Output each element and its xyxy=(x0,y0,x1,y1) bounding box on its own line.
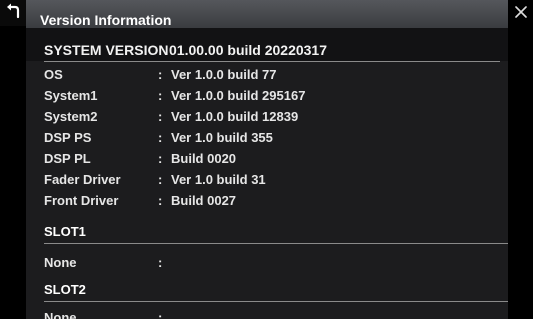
detail-row-front-driver: Front Driver : Build 0027 xyxy=(26,191,508,210)
detail-value: Ver 1.0 build 355 xyxy=(171,130,273,145)
detail-row-os: OS : Ver 1.0.0 build 77 xyxy=(26,65,508,84)
slot1-header: SLOT1 xyxy=(44,224,86,239)
version-information-window: Version Information SYSTEM VERSION 01.00… xyxy=(0,0,533,319)
detail-row-dsp-pl: DSP PL : Build 0020 xyxy=(26,149,508,168)
detail-separator: : xyxy=(158,67,163,82)
detail-separator: : xyxy=(158,193,163,208)
detail-row-system2: System2 : Ver 1.0.0 build 12839 xyxy=(26,107,508,126)
divider xyxy=(44,301,508,302)
back-arrow-icon xyxy=(4,2,22,25)
close-button[interactable] xyxy=(508,0,533,28)
slot-separator: : xyxy=(158,255,163,270)
detail-row-fader-driver: Fader Driver : Ver 1.0 build 31 xyxy=(26,170,508,189)
detail-separator: : xyxy=(158,172,163,187)
detail-value: Build 0020 xyxy=(171,151,237,166)
detail-label: Fader Driver xyxy=(44,172,121,187)
detail-separator: : xyxy=(158,88,163,103)
detail-separator: : xyxy=(158,109,163,124)
detail-row-dsp-ps: DSP PS : Ver 1.0 build 355 xyxy=(26,128,508,147)
slot2-header: SLOT2 xyxy=(44,282,86,297)
detail-value: Ver 1.0 build 31 xyxy=(171,172,266,187)
detail-label: System1 xyxy=(44,88,98,103)
close-icon xyxy=(514,5,527,23)
system-version-value: 01.00.00 build 20220317 xyxy=(169,42,327,58)
title-bar: Version Information xyxy=(26,0,508,28)
detail-value: Build 0027 xyxy=(171,193,237,208)
detail-value: Ver 1.0.0 build 12839 xyxy=(171,109,299,124)
detail-label: DSP PS xyxy=(44,130,92,145)
detail-label: DSP PL xyxy=(44,151,91,166)
version-info-panel: SYSTEM VERSION 01.00.00 build 20220317 O… xyxy=(26,28,508,319)
detail-separator: : xyxy=(158,151,163,166)
slot1-row: None : xyxy=(26,253,508,272)
slot-label: None xyxy=(44,310,77,319)
slot2-row: None : xyxy=(26,308,508,319)
window-title: Version Information xyxy=(40,12,172,28)
divider xyxy=(44,61,500,62)
system-version-label: SYSTEM VERSION xyxy=(44,42,169,58)
slot-separator: : xyxy=(158,310,163,319)
back-button[interactable] xyxy=(0,0,26,26)
divider xyxy=(44,243,508,244)
detail-label: Front Driver xyxy=(44,193,119,208)
system-version-row: SYSTEM VERSION 01.00.00 build 20220317 xyxy=(26,28,508,61)
detail-value: Ver 1.0.0 build 295167 xyxy=(171,88,306,103)
detail-row-system1: System1 : Ver 1.0.0 build 295167 xyxy=(26,86,508,105)
detail-separator: : xyxy=(158,130,163,145)
slot-label: None xyxy=(44,255,77,270)
detail-label: System2 xyxy=(44,109,98,124)
detail-value: Ver 1.0.0 build 77 xyxy=(171,67,277,82)
detail-label: OS xyxy=(44,67,63,82)
